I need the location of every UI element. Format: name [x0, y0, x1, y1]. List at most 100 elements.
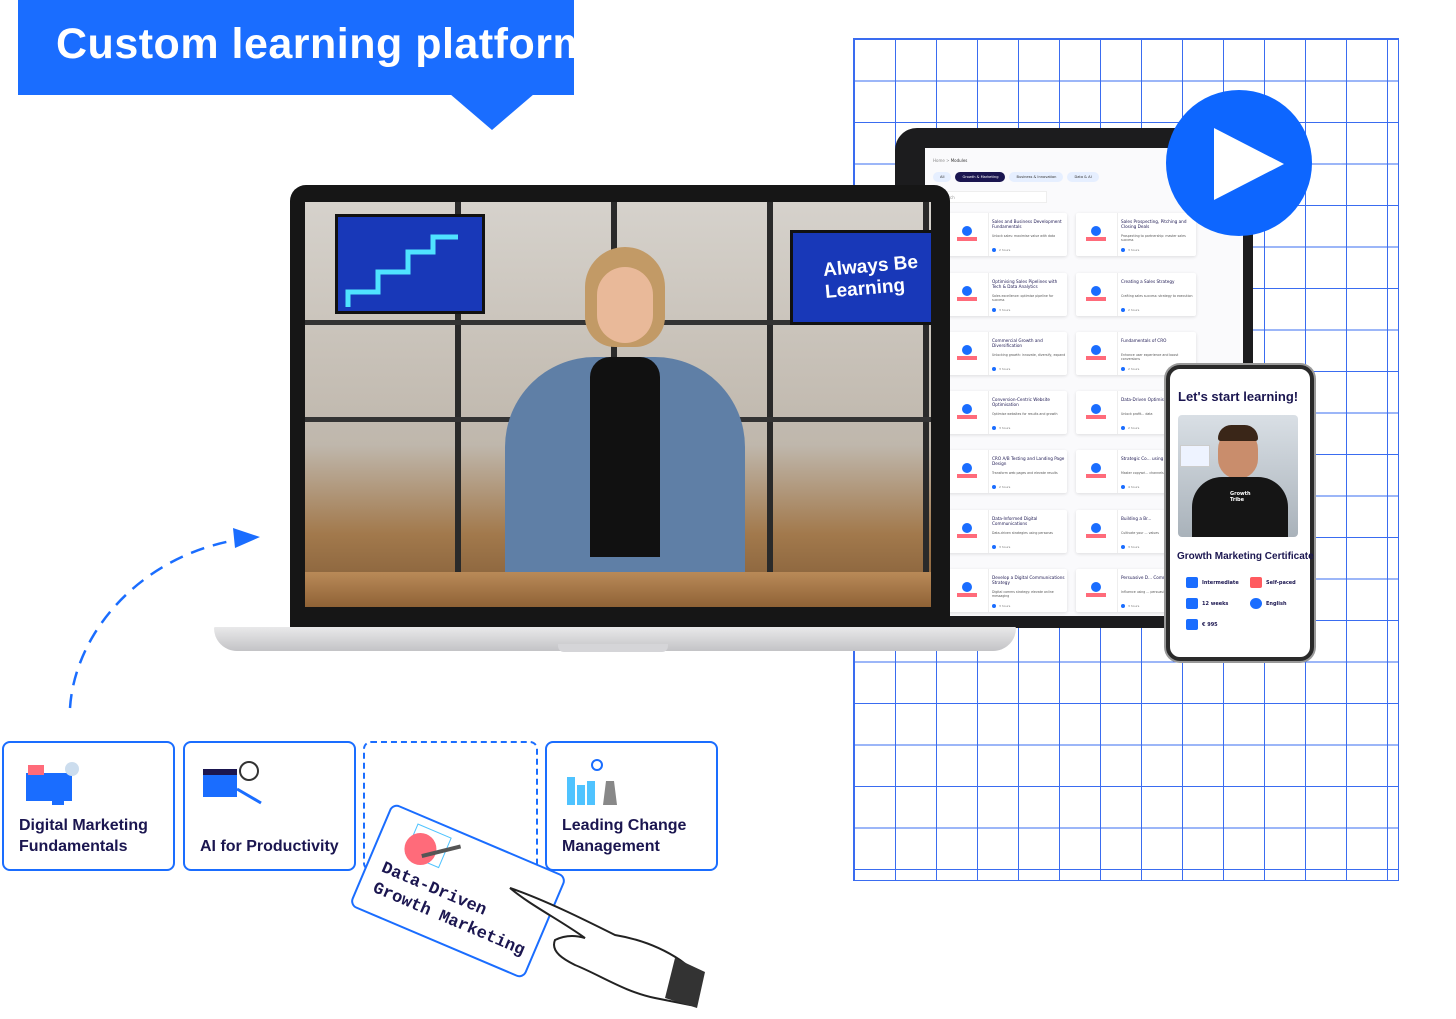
bar-chart-icon	[1186, 577, 1198, 588]
fact-label: 12 weeks	[1202, 600, 1229, 607]
tab-business-innovation[interactable]: Business & Innovation	[1009, 172, 1064, 182]
tab-all[interactable]: All	[933, 172, 952, 182]
play-icon[interactable]	[1214, 128, 1284, 200]
module-description: Prospecting to partnership: master sales…	[1121, 234, 1186, 243]
divider	[1117, 569, 1118, 612]
module-title: Data-Informed Digital Communications	[992, 516, 1038, 527]
module-duration: 3 hours	[992, 545, 1010, 549]
module-duration: 3 hours	[1121, 604, 1139, 608]
course-card-ai-productivity[interactable]: AI for Productivity	[183, 741, 356, 871]
module-illustration-icon	[957, 463, 977, 478]
module-illustration-icon	[1086, 582, 1106, 597]
breadcrumb-home[interactable]: Home	[933, 158, 945, 163]
module-description: Unlock sales: maximise value with data	[992, 234, 1056, 238]
divider	[988, 332, 989, 375]
runner-icon	[1250, 577, 1262, 588]
divider	[1117, 332, 1118, 375]
tv-screen-left	[335, 214, 485, 314]
module-card[interactable]: Sales Prospecting, Pitching and Closing …	[1076, 213, 1196, 256]
module-title: Develop a Digital Communications Strateg…	[992, 575, 1065, 586]
module-illustration-icon	[1086, 463, 1106, 478]
module-duration: 2 hours	[992, 485, 1010, 489]
divider	[988, 450, 989, 493]
desk	[305, 572, 931, 607]
globe-icon	[1250, 598, 1262, 609]
module-description: Unlocking growth: innovate, diversify, e…	[992, 353, 1066, 357]
chart-chess-icon	[567, 759, 617, 805]
module-title: Creating a Sales Strategy	[1121, 279, 1175, 284]
module-illustration-icon	[1086, 286, 1106, 301]
calendar-icon	[1186, 598, 1198, 609]
module-illustration-icon	[957, 286, 977, 301]
breadcrumb-current: Modules	[950, 158, 968, 163]
module-card[interactable]: Optimising Sales Pipelines with Tech & D…	[947, 273, 1067, 316]
module-illustration-icon	[957, 226, 977, 241]
course-title: Growth Marketing Certificate	[1177, 551, 1314, 562]
module-card[interactable]: CRO A/B Testing and Landing Page Design T…	[947, 450, 1067, 493]
tv-text: Always Be Learning	[822, 251, 919, 303]
module-title: Fundamentals of CRO	[1121, 338, 1167, 343]
fact-language: English	[1250, 598, 1287, 609]
category-tabs: All Growth & Marketing Business & Innova…	[933, 172, 1099, 182]
module-card[interactable]: Data-Informed Digital Communications Data…	[947, 510, 1067, 553]
phone-device: Let's start learning! Growth Tribe Growt…	[1166, 365, 1314, 661]
module-duration: 2 hours	[1121, 308, 1139, 312]
divider	[1117, 510, 1118, 553]
wallet-icon	[1186, 619, 1198, 630]
breadcrumb: Home > Modules	[933, 158, 967, 163]
module-card[interactable]: Creating a Sales Strategy Crafting sales …	[1076, 273, 1196, 316]
module-duration: 3 hours	[1121, 545, 1139, 549]
module-illustration-icon	[1086, 523, 1106, 538]
fact-level: Intermediate	[1186, 577, 1239, 588]
module-duration: 3 hours	[992, 426, 1010, 430]
module-description: Data-driven strategies using personas	[992, 531, 1053, 535]
module-title: Sales and Business Development Fundament…	[992, 219, 1062, 230]
module-title: Sales Prospecting, Pitching and Closing …	[1121, 219, 1187, 230]
course-card-digital-marketing[interactable]: Digital Marketing Fundamentals	[2, 741, 175, 871]
calendar-clock-icon	[203, 761, 262, 805]
module-duration: 2 hours	[1121, 426, 1139, 430]
search-input[interactable]: Search	[937, 191, 1047, 203]
module-card[interactable]: Sales and Business Development Fundament…	[947, 213, 1067, 256]
card-label: Digital Marketing Fundamentals	[19, 817, 148, 855]
card-label: Leading Change Management	[562, 817, 687, 855]
module-illustration-icon	[1086, 226, 1106, 241]
fact-label: Intermediate	[1202, 579, 1239, 586]
module-title: Conversion-Centric Website Optimisation	[992, 397, 1050, 408]
module-illustration-icon	[957, 345, 977, 360]
divider	[988, 510, 989, 553]
module-card[interactable]: Conversion-Centric Website Optimisation O…	[947, 391, 1067, 434]
module-description: Optimise websites for results and growth	[992, 412, 1058, 416]
module-illustration-icon	[1086, 404, 1106, 419]
module-illustration-icon	[1086, 345, 1106, 360]
tv-screen-right: Always Be Learning	[790, 230, 931, 325]
tab-data-ai[interactable]: Data & AI	[1067, 172, 1099, 182]
module-card[interactable]: Commercial Growth and Diversification Unl…	[947, 332, 1067, 375]
divider	[1117, 213, 1118, 256]
module-duration: 4 hours	[1121, 485, 1139, 489]
presenter	[505, 247, 745, 577]
module-description: Transform web pages and elevate results	[992, 471, 1058, 475]
phone-heading: Let's start learning!	[1178, 389, 1299, 404]
module-card[interactable]: Develop a Digital Communications Strateg…	[947, 569, 1067, 612]
video-player[interactable]: Always Be Learning	[305, 202, 931, 607]
module-description: Digital comms strategy: elevate online m…	[992, 590, 1054, 599]
fact-label: Self-paced	[1266, 579, 1296, 586]
dashed-arrow-icon	[68, 528, 260, 709]
module-description: Enhance user experience and boost conver…	[1121, 353, 1179, 362]
divider	[988, 273, 989, 316]
breadcrumb-separator: >	[946, 158, 950, 163]
fact-label: English	[1266, 600, 1287, 607]
module-illustration-icon	[957, 404, 977, 419]
course-card-leading-change[interactable]: Leading Change Management	[545, 741, 718, 871]
divider	[988, 213, 989, 256]
pointing-hand-icon	[509, 887, 705, 1008]
divider	[988, 569, 989, 612]
module-duration: 3 hours	[1121, 248, 1139, 252]
fact-pace: Self-paced	[1250, 577, 1296, 588]
module-duration: 3 hours	[992, 604, 1010, 608]
module-duration: 2 hours	[992, 248, 1010, 252]
tab-growth-marketing[interactable]: Growth & Marketing	[955, 172, 1006, 182]
stairs-graphic-icon	[345, 234, 458, 307]
fact-duration: 12 weeks	[1186, 598, 1228, 609]
